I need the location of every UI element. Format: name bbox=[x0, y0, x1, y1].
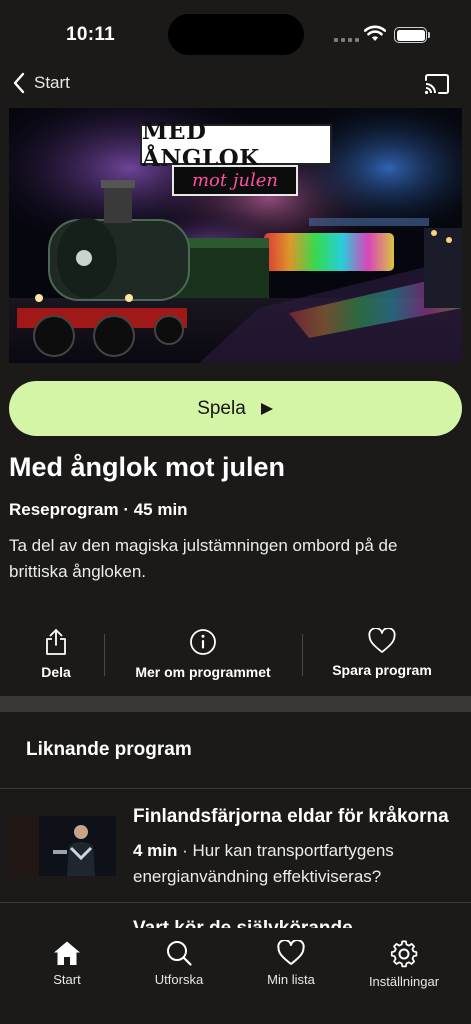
more-info-button[interactable]: Mer om programmet bbox=[123, 628, 283, 680]
tab-label: Utforska bbox=[154, 972, 204, 987]
home-icon bbox=[54, 941, 80, 965]
save-program-label: Spara program bbox=[332, 662, 432, 678]
related-duration: 4 min bbox=[133, 841, 178, 860]
nav-bar: Start bbox=[0, 68, 471, 102]
hero-title-box: MED ÅNGLOK bbox=[140, 118, 332, 172]
similar-heading: Liknande program bbox=[26, 739, 192, 760]
more-info-label: Mer om programmet bbox=[135, 664, 271, 680]
status-time: 10:11 bbox=[66, 24, 116, 45]
battery-icon bbox=[394, 27, 427, 43]
person-thumbnail-image bbox=[9, 816, 116, 876]
play-icon bbox=[260, 402, 273, 415]
program-description: Ta del av den magiska julstämningen ombo… bbox=[9, 536, 398, 581]
related-title[interactable]: Finlandsfärjorna eldar för kråkorna bbox=[133, 806, 449, 828]
tab-label: Min lista bbox=[267, 972, 315, 987]
list-divider bbox=[0, 902, 471, 903]
hero-subtitle: mot julen bbox=[191, 170, 279, 191]
share-icon bbox=[46, 629, 66, 655]
tab-my-list[interactable]: Min lista bbox=[236, 940, 346, 987]
search-icon bbox=[167, 941, 192, 966]
hero-subtitle-box: mot julen bbox=[172, 165, 298, 196]
wifi-icon bbox=[364, 25, 386, 41]
hero-title: MED ÅNGLOK bbox=[142, 117, 260, 172]
hero-image[interactable]: MED ÅNGLOK mot julen bbox=[9, 108, 462, 363]
share-button[interactable]: Dela bbox=[18, 628, 94, 680]
play-button[interactable]: Spela bbox=[9, 381, 462, 436]
dynamic-island bbox=[168, 14, 304, 55]
cellular-signal-icon bbox=[334, 38, 359, 42]
heart-icon bbox=[368, 628, 396, 653]
tab-explore[interactable]: Utforska bbox=[124, 940, 234, 987]
chevron-left-icon bbox=[13, 72, 25, 94]
status-bar: 10:11 bbox=[0, 0, 471, 70]
program-title: Med ånglok mot julen bbox=[9, 452, 286, 482]
tab-label: Inställningar bbox=[368, 974, 440, 989]
tab-settings[interactable]: Inställningar bbox=[349, 940, 459, 989]
save-program-button[interactable]: Spara program bbox=[322, 628, 442, 678]
related-description: 4 min · Hur kan transportfartygens energ… bbox=[133, 838, 453, 890]
info-icon bbox=[190, 629, 216, 655]
list-divider bbox=[0, 788, 471, 789]
related-thumbnail[interactable] bbox=[9, 816, 116, 876]
back-button[interactable]: Start bbox=[12, 72, 70, 94]
section-separator bbox=[0, 696, 471, 712]
gear-icon bbox=[390, 940, 418, 968]
action-divider bbox=[302, 634, 303, 676]
battery-tip bbox=[428, 32, 430, 38]
action-row: Dela Mer om programmet Spara program bbox=[0, 628, 471, 684]
tab-start[interactable]: Start bbox=[12, 940, 122, 987]
action-divider bbox=[104, 634, 105, 676]
play-button-label: Spela bbox=[197, 397, 246, 419]
tab-label: Start bbox=[53, 972, 81, 987]
cast-icon[interactable] bbox=[424, 74, 450, 94]
tab-bar: Start Utforska Min lista Inställningar bbox=[0, 928, 471, 1024]
back-label: Start bbox=[34, 73, 70, 92]
program-meta: Reseprogram · 45 min bbox=[9, 500, 188, 519]
heart-icon bbox=[277, 940, 305, 965]
share-label: Dela bbox=[41, 664, 71, 680]
